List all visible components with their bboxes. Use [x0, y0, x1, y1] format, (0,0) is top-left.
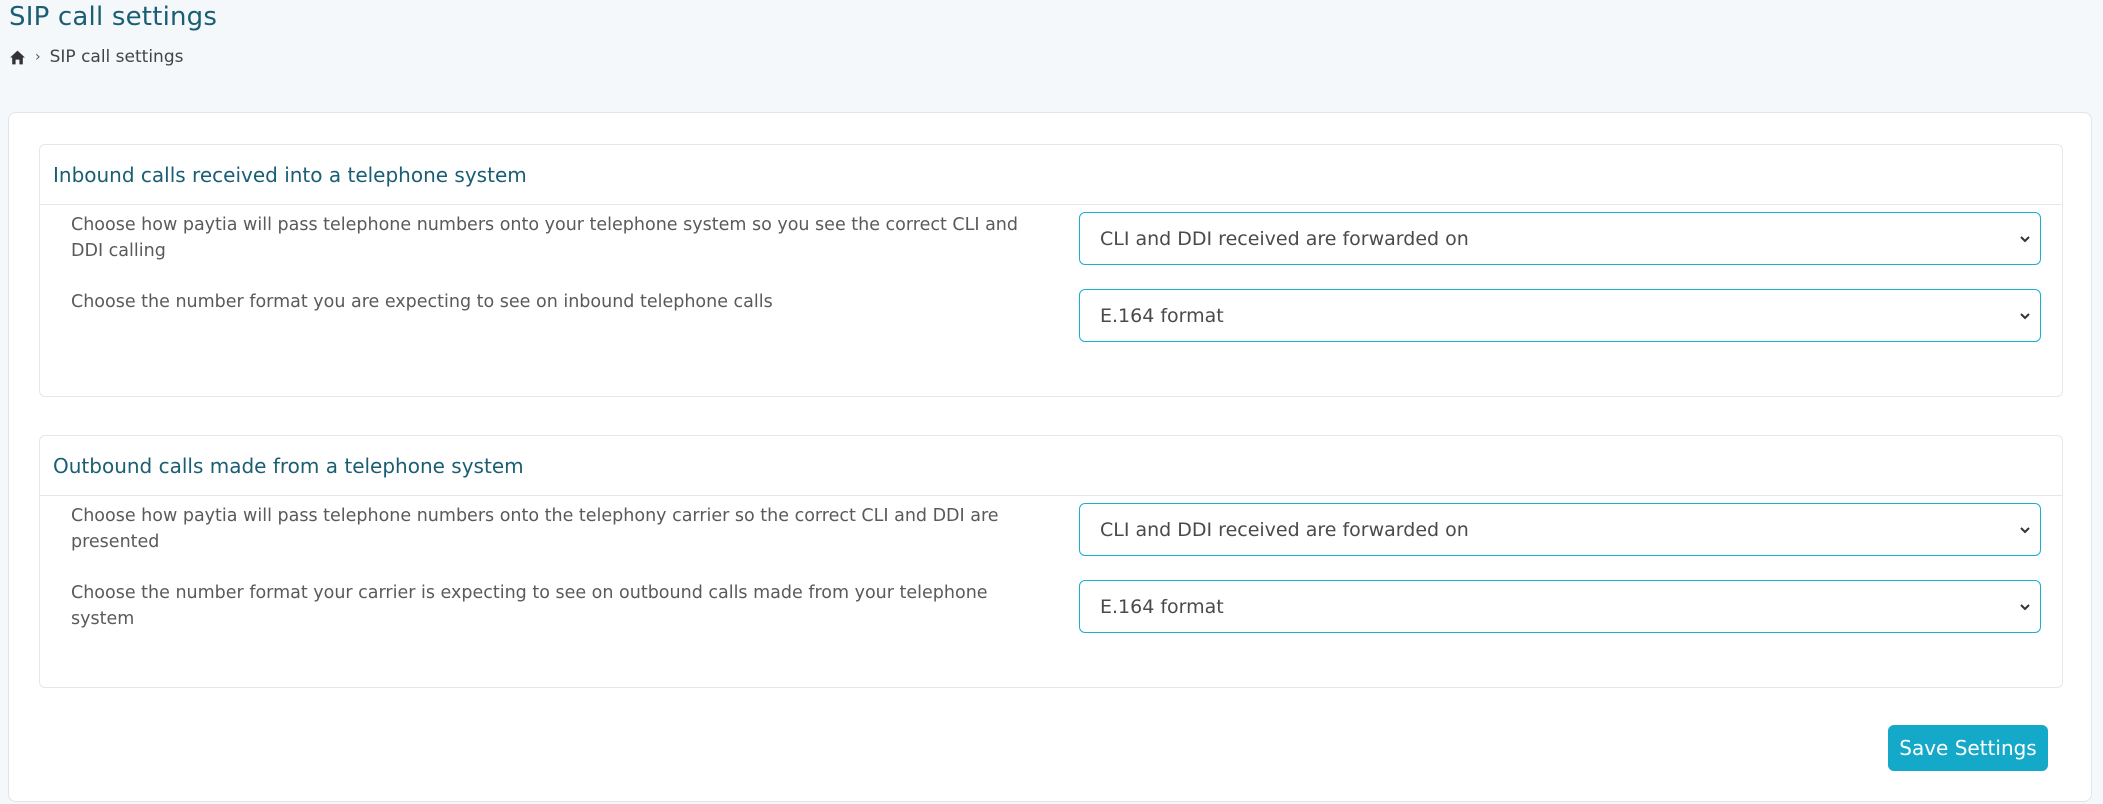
- inbound-heading: Inbound calls received into a telephone …: [40, 145, 2062, 205]
- chevron-down-icon: [2020, 312, 2030, 319]
- outbound-cli-select-value: CLI and DDI received are forwarded on: [1100, 518, 1469, 541]
- outbound-cli-select[interactable]: CLI and DDI received are forwarded on: [1079, 503, 2041, 556]
- save-settings-button[interactable]: Save Settings: [1888, 725, 2048, 771]
- inbound-cli-select-value: CLI and DDI received are forwarded on: [1100, 227, 1469, 250]
- outbound-format-select-value: E.164 format: [1100, 595, 1224, 618]
- chevron-down-icon: [2020, 526, 2030, 533]
- breadcrumb-separator-icon: ›: [35, 49, 41, 65]
- breadcrumb-current: SIP call settings: [49, 47, 184, 67]
- inbound-cli-label: Choose how paytia will pass telephone nu…: [71, 215, 1019, 261]
- inbound-format-select[interactable]: E.164 format: [1079, 289, 2041, 342]
- inbound-cli-select[interactable]: CLI and DDI received are forwarded on: [1079, 212, 2041, 265]
- home-icon[interactable]: [9, 49, 26, 66]
- outbound-format-label: Choose the number format your carrier is…: [71, 583, 988, 629]
- settings-card: Inbound calls received into a telephone …: [8, 112, 2092, 802]
- outbound-format-select[interactable]: E.164 format: [1079, 580, 2041, 633]
- breadcrumb: › SIP call settings: [9, 47, 183, 67]
- page-title: SIP call settings: [9, 2, 218, 32]
- outbound-panel: Outbound calls made from a telephone sys…: [39, 435, 2063, 688]
- inbound-panel: Inbound calls received into a telephone …: [39, 144, 2063, 397]
- outbound-heading: Outbound calls made from a telephone sys…: [40, 436, 2062, 496]
- chevron-down-icon: [2020, 235, 2030, 242]
- inbound-format-select-value: E.164 format: [1100, 304, 1224, 327]
- outbound-cli-label: Choose how paytia will pass telephone nu…: [71, 506, 999, 552]
- inbound-format-label: Choose the number format you are expecti…: [71, 292, 773, 312]
- chevron-down-icon: [2020, 603, 2030, 610]
